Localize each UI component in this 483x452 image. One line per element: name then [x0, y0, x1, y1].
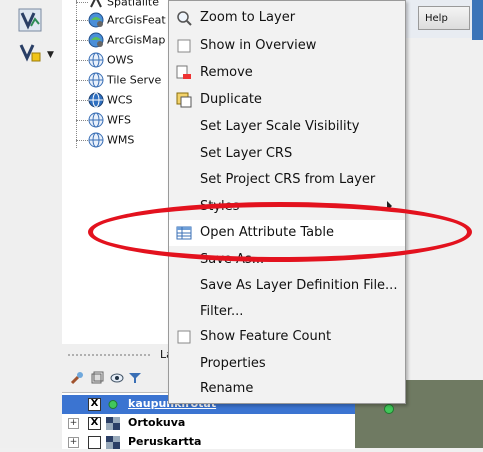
wms-icon — [88, 132, 104, 148]
layer-row-peruskartta[interactable]: + Peruskartta — [62, 433, 355, 452]
dropdown-arrow-icon[interactable]: ▼ — [47, 50, 54, 60]
expand-toggle[interactable]: + — [68, 437, 79, 448]
tile-server-icon — [88, 72, 104, 88]
browser-item-wms[interactable]: WMS — [76, 132, 134, 150]
layer-visibility-checkbox[interactable]: X — [88, 398, 101, 411]
arcgis-feature-icon — [88, 12, 104, 28]
menu-item-save-as-layer-definition[interactable]: Save As Layer Definition File... — [169, 273, 405, 299]
manage-visibility-icon[interactable] — [110, 371, 124, 385]
table-icon — [176, 226, 192, 240]
raster-layer-icon — [106, 417, 120, 430]
menu-item-rename[interactable]: Rename — [169, 376, 405, 402]
menu-item-show-feature-count[interactable]: Show Feature Count — [169, 324, 405, 350]
add-group-icon[interactable] — [90, 371, 104, 385]
browser-item-arcgis-feature[interactable]: ArcGisFeat — [76, 12, 166, 30]
map-feature-point — [384, 404, 394, 414]
point-layer-icon — [108, 400, 118, 409]
menu-item-show-in-overview[interactable]: Show in Overview — [169, 33, 405, 59]
panel-grip[interactable] — [68, 354, 150, 356]
wcs-icon — [88, 92, 104, 108]
new-vector-layer-icon[interactable] — [18, 40, 42, 64]
browser-item-wfs[interactable]: WFS — [76, 112, 131, 130]
layers-toolbar — [62, 366, 172, 392]
menu-item-styles[interactable]: Styles — [169, 194, 405, 220]
menu-item-duplicate[interactable]: Duplicate — [169, 87, 405, 113]
expand-toggle[interactable]: + — [68, 418, 79, 429]
zoom-icon — [177, 11, 192, 26]
menu-item-remove[interactable]: Remove — [169, 60, 405, 86]
spatialite-icon — [90, 0, 102, 8]
menu-item-set-layer-crs[interactable]: Set Layer CRS — [169, 141, 405, 167]
menu-item-properties[interactable]: Properties — [169, 351, 405, 377]
submenu-arrow-icon — [387, 201, 392, 211]
help-button[interactable]: Help — [418, 6, 470, 30]
style-brush-icon[interactable] — [70, 371, 84, 385]
menu-item-zoom-to-layer[interactable]: Zoom to Layer — [169, 5, 405, 31]
vector-edit-icon[interactable] — [18, 8, 42, 32]
menu-item-set-project-crs[interactable]: Set Project CRS from Layer — [169, 167, 405, 193]
ows-icon — [88, 52, 104, 68]
browser-item-wcs[interactable]: WCS — [76, 92, 133, 110]
menu-item-filter[interactable]: Filter... — [169, 299, 405, 325]
browser-item-ows[interactable]: OWS — [76, 52, 134, 70]
layer-visibility-checkbox[interactable] — [88, 436, 101, 449]
remove-layer-icon — [176, 65, 191, 79]
layer-context-menu: Zoom to Layer Show in Overview Remove Du… — [168, 0, 406, 404]
browser-item-spatialite[interactable]: Spatialite — [76, 0, 159, 12]
layer-name: Ortokuva — [128, 416, 186, 429]
checkbox-icon — [177, 39, 191, 53]
browser-panel: Spatialite ArcGisFeat ArcGisMap OWS Tile… — [62, 0, 173, 345]
browser-item-arcgis-map[interactable]: ArcGisMap — [76, 32, 165, 50]
wfs-icon — [88, 112, 104, 128]
layer-name: Peruskartta — [128, 435, 202, 448]
window-edge — [472, 0, 483, 40]
layer-visibility-checkbox[interactable]: X — [88, 417, 101, 430]
checkbox-icon — [177, 330, 191, 344]
arcgis-map-icon — [88, 32, 104, 48]
browser-item-tile-server[interactable]: Tile Serve — [76, 72, 161, 90]
left-toolbar: ▼ — [0, 0, 62, 448]
layers-panel-header: La — [62, 344, 173, 366]
menu-item-save-as[interactable]: Save As... — [169, 247, 405, 273]
raster-layer-icon — [106, 436, 120, 449]
menu-item-open-attribute-table[interactable]: Open Attribute Table — [169, 220, 405, 246]
filter-icon[interactable] — [128, 371, 142, 385]
duplicate-icon — [176, 92, 192, 108]
menu-item-set-layer-scale-visibility[interactable]: Set Layer Scale Visibility — [169, 114, 405, 140]
layer-row-ortokuva[interactable]: + X Ortokuva — [62, 414, 355, 433]
